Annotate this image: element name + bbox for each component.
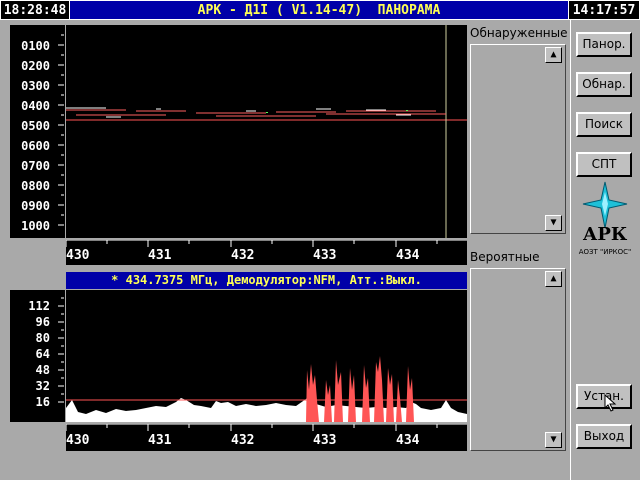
window-title: АРК - Д1I ( V1.14-47) ПАНОРАМА [70, 0, 568, 20]
detected-list[interactable]: ▲ ▼ [470, 44, 566, 234]
x-label: 434 [396, 248, 420, 263]
y-label: 0600 [21, 139, 50, 153]
y-label: 64 [35, 347, 50, 361]
y-label: 48 [35, 363, 50, 377]
logo-name: АРК [582, 224, 628, 245]
detected-title: Обнаруженные [470, 26, 568, 40]
probable-scrollbar[interactable]: ▲ ▼ [545, 271, 562, 448]
y-ticks [58, 297, 64, 403]
x-label: 431 [148, 248, 172, 263]
clock-left: 18:28:48 [0, 0, 70, 20]
scroll-down-icon[interactable]: ▼ [545, 432, 562, 448]
logo: АРК АОЗТ "ИРКОС" [572, 180, 638, 262]
scroll-down-icon[interactable]: ▼ [545, 215, 562, 231]
x-label: 433 [313, 248, 337, 263]
logo-company: АОЗТ "ИРКОС" [578, 248, 632, 256]
probable-title: Вероятные [470, 250, 540, 264]
x-label: 432 [231, 433, 255, 448]
spectrum-y-axis: 112 96 80 64 48 32 16 [10, 290, 65, 422]
detected-scrollbar[interactable]: ▲ ▼ [545, 47, 562, 231]
x-label: 434 [396, 433, 420, 448]
spectrum-display[interactable] [66, 290, 467, 422]
x-ticks [66, 240, 467, 247]
x-label: 431 [148, 433, 172, 448]
detected-button[interactable]: Обнар. [576, 72, 632, 97]
y-label: 0900 [21, 199, 50, 213]
exit-button[interactable]: Выход [576, 424, 632, 449]
y-label: 0700 [21, 159, 50, 173]
spt-button[interactable]: СПТ [576, 152, 632, 177]
y-label: 0200 [21, 59, 50, 73]
mouse-cursor-icon [604, 394, 617, 412]
y-label: 0100 [21, 39, 50, 53]
clock-right: 14:17:57 [568, 0, 640, 20]
x-ticks [66, 424, 467, 431]
status-bar: * 434.7375 МГц, Демодулятор:NFM, Атт.:Вы… [66, 272, 467, 289]
scroll-up-icon[interactable]: ▲ [545, 271, 562, 287]
compass-star-icon [582, 181, 628, 229]
y-label: 80 [35, 331, 50, 345]
y-label: 0300 [21, 79, 50, 93]
y-label: 0500 [21, 119, 50, 133]
y-label: 112 [28, 299, 50, 313]
y-label: 0400 [21, 99, 50, 113]
y-label: 1000 [21, 219, 50, 233]
panorama-button[interactable]: Панор. [576, 32, 632, 57]
x-label: 433 [313, 433, 337, 448]
panorama-y-axis: 0100 0200 0300 0400 0500 0600 0700 0800 … [10, 25, 65, 238]
x-label: 430 [66, 248, 90, 263]
y-label: 96 [35, 315, 50, 329]
panorama-display[interactable] [66, 25, 467, 238]
spectrum-plot [66, 356, 467, 422]
probable-list[interactable]: ▲ ▼ [470, 268, 566, 451]
x-label: 430 [66, 433, 90, 448]
y-ticks [58, 34, 64, 226]
search-button[interactable]: Поиск [576, 112, 632, 137]
x-label: 432 [231, 248, 255, 263]
y-label: 32 [35, 379, 50, 393]
y-label: 16 [35, 395, 50, 409]
y-label: 0800 [21, 179, 50, 193]
scroll-up-icon[interactable]: ▲ [545, 47, 562, 63]
panorama-waterfall [66, 25, 467, 238]
